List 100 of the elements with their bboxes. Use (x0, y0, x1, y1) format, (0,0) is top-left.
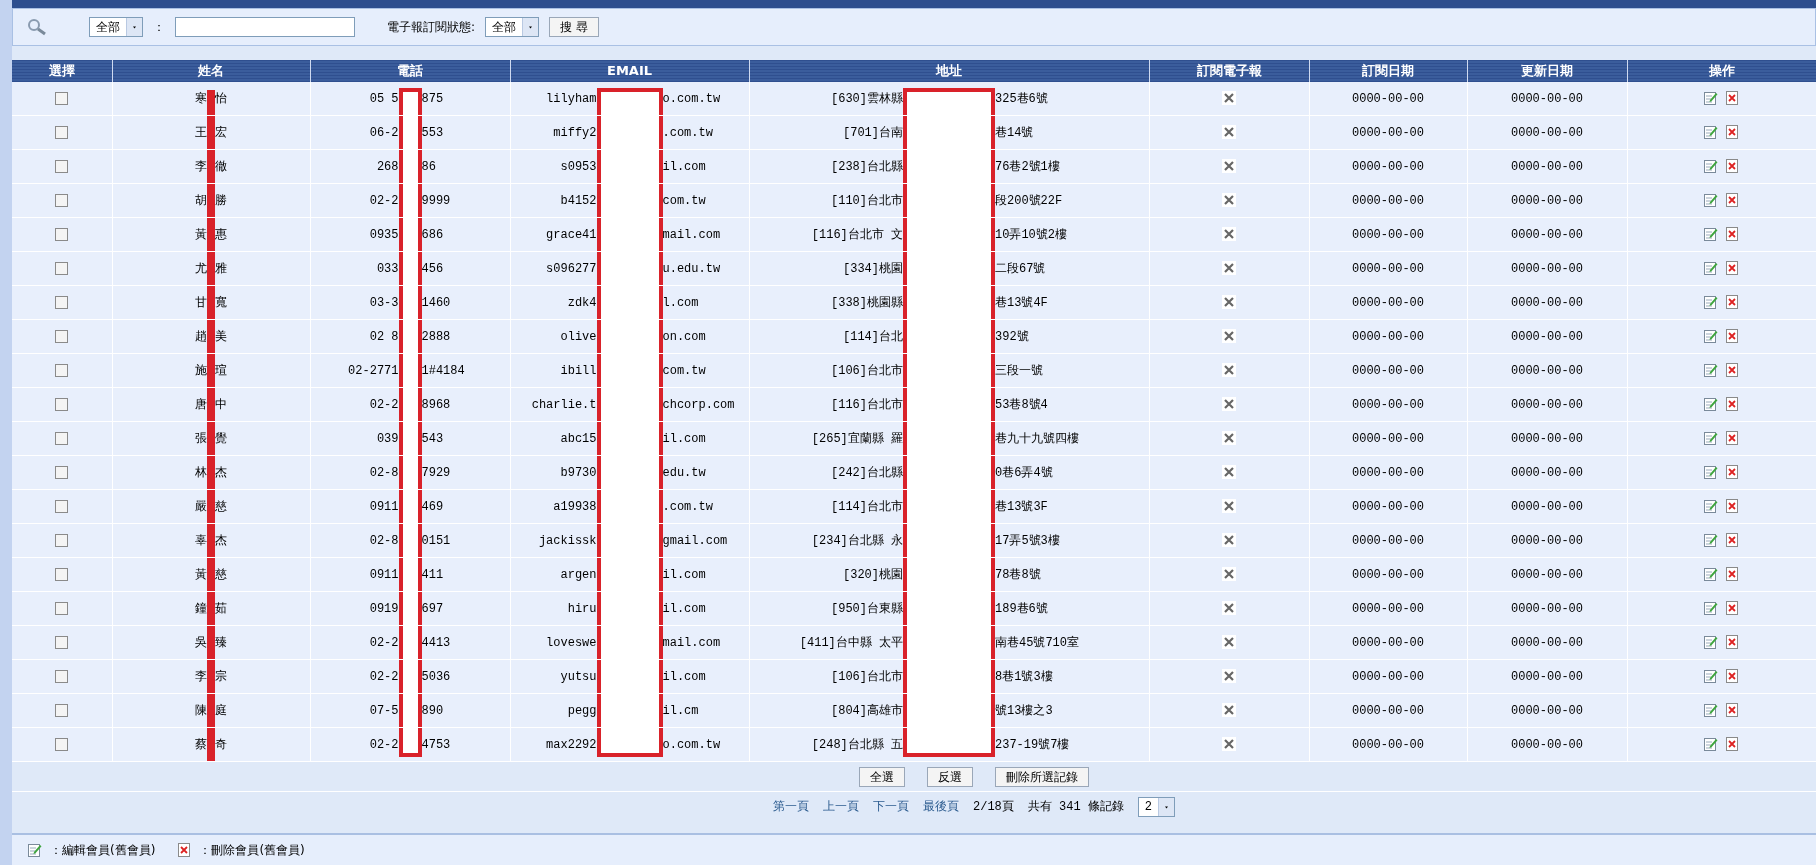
date-text: 0000-00-00 (1511, 193, 1583, 208)
name-text: 甘 (194, 294, 207, 312)
phone-text: 03-3 (368, 294, 399, 312)
delete-icon[interactable] (1725, 329, 1740, 344)
delete-icon[interactable] (1725, 703, 1740, 718)
edit-icon[interactable] (1703, 125, 1718, 140)
edit-icon[interactable] (1703, 499, 1718, 514)
edit-icon[interactable] (1703, 329, 1718, 344)
row-checkbox[interactable] (55, 363, 69, 377)
date-text: 0000-00-00 (1352, 159, 1424, 174)
edit-icon[interactable] (1703, 431, 1718, 446)
row-checkbox[interactable] (55, 431, 69, 445)
edit-icon[interactable] (1703, 669, 1718, 684)
delete-icon[interactable] (1725, 465, 1740, 480)
email-text: mail.com (662, 226, 722, 244)
row-checkbox[interactable] (55, 635, 69, 649)
status-dropdown[interactable]: 全部 (485, 17, 540, 37)
field-dropdown[interactable]: 全部 (89, 17, 143, 37)
email-text: max2292 (545, 736, 597, 754)
edit-icon[interactable] (1703, 261, 1718, 276)
delete-icon[interactable] (1725, 159, 1740, 174)
page-dropdown[interactable]: 2 (1137, 797, 1175, 817)
date-text: 0000-00-00 (1511, 227, 1583, 242)
row-checkbox[interactable] (55, 295, 69, 309)
row-checkbox[interactable] (55, 329, 69, 343)
delete-icon[interactable] (1725, 397, 1740, 412)
edit-icon[interactable] (1703, 533, 1718, 548)
edit-icon[interactable] (1703, 91, 1718, 106)
edit-icon[interactable] (1703, 703, 1718, 718)
phone-text: 02 8 (368, 328, 399, 346)
edit-icon[interactable] (1703, 465, 1718, 480)
edit-icon[interactable] (1703, 227, 1718, 242)
address-text: [106]台北市 (830, 362, 903, 380)
delete-icon[interactable] (1725, 91, 1740, 106)
row-checkbox[interactable] (55, 703, 69, 717)
search-button[interactable]: 搜 尋 (549, 17, 599, 37)
address-text: [106]台北市 (830, 668, 903, 686)
name-text: 陳 (194, 702, 207, 720)
date-text: 0000-00-00 (1352, 397, 1424, 412)
address-text: 392號 (995, 328, 1030, 346)
row-checkbox[interactable] (55, 193, 69, 207)
row-checkbox[interactable] (55, 669, 69, 683)
row-checkbox[interactable] (55, 465, 69, 479)
row-checkbox[interactable] (55, 737, 69, 751)
page-link[interactable]: 下一頁 (873, 798, 909, 816)
edit-icon[interactable] (1703, 193, 1718, 208)
date-text: 0000-00-00 (1511, 703, 1583, 718)
name-text: 奇 (215, 736, 228, 754)
edit-icon[interactable] (1703, 635, 1718, 650)
row-checkbox[interactable] (55, 499, 69, 513)
delete-icon[interactable] (1725, 669, 1740, 684)
page-link[interactable]: 最後頁 (923, 798, 959, 816)
row-checkbox[interactable] (55, 397, 69, 411)
delete-icon[interactable] (1725, 227, 1740, 242)
column-header: 訂閱電子報 (1149, 60, 1309, 82)
delete-icon[interactable] (1725, 737, 1740, 752)
phone-text: 1460 (421, 294, 452, 312)
delete-icon[interactable] (1725, 431, 1740, 446)
delete-icon[interactable] (1725, 499, 1740, 514)
page-link[interactable]: 上一頁 (823, 798, 859, 816)
delete-icon[interactable] (1725, 567, 1740, 582)
date-text: 0000-00-00 (1511, 601, 1583, 616)
edit-icon[interactable] (1703, 295, 1718, 310)
edit-icon[interactable] (1703, 159, 1718, 174)
edit-icon[interactable] (1703, 363, 1718, 378)
row-checkbox[interactable] (55, 533, 69, 547)
edit-icon[interactable] (1703, 737, 1718, 752)
delete-icon[interactable] (1725, 635, 1740, 650)
row-checkbox[interactable] (55, 567, 69, 581)
delete-icon[interactable] (1725, 193, 1740, 208)
phone-text: 0919 (368, 600, 399, 618)
delete-icon[interactable] (1725, 533, 1740, 548)
delete-icon[interactable] (1725, 363, 1740, 378)
delete-selected-button[interactable]: 刪除所選記錄 (995, 766, 1089, 787)
select-all-button[interactable]: 全選 (859, 766, 905, 787)
delete-icon[interactable] (1725, 125, 1740, 140)
delete-icon[interactable] (1725, 261, 1740, 276)
row-checkbox[interactable] (55, 91, 69, 105)
date-text: 0000-00-00 (1352, 193, 1424, 208)
name-text: 宏 (215, 124, 228, 142)
name-text: 臻 (215, 634, 228, 652)
delete-icon[interactable] (1725, 295, 1740, 310)
email-text: abc15 (559, 430, 597, 448)
row-checkbox[interactable] (55, 601, 69, 615)
name-text: 勝 (215, 192, 228, 210)
invert-selection-button[interactable]: 反選 (927, 766, 973, 787)
address-text: 巷13號3F (995, 498, 1049, 516)
edit-icon[interactable] (1703, 601, 1718, 616)
row-checkbox[interactable] (55, 159, 69, 173)
keyword-field[interactable] (175, 17, 355, 37)
edit-icon[interactable] (1703, 567, 1718, 582)
row-checkbox[interactable] (55, 261, 69, 275)
phone-text: 02-8 (368, 532, 399, 550)
page-link[interactable]: 第一頁 (773, 798, 809, 816)
delete-icon[interactable] (1725, 601, 1740, 616)
edit-icon[interactable] (1703, 397, 1718, 412)
address-text: [804]高雄市 (830, 702, 903, 720)
row-checkbox[interactable] (55, 227, 69, 241)
email-text: il.cm (662, 702, 700, 720)
row-checkbox[interactable] (55, 125, 69, 139)
